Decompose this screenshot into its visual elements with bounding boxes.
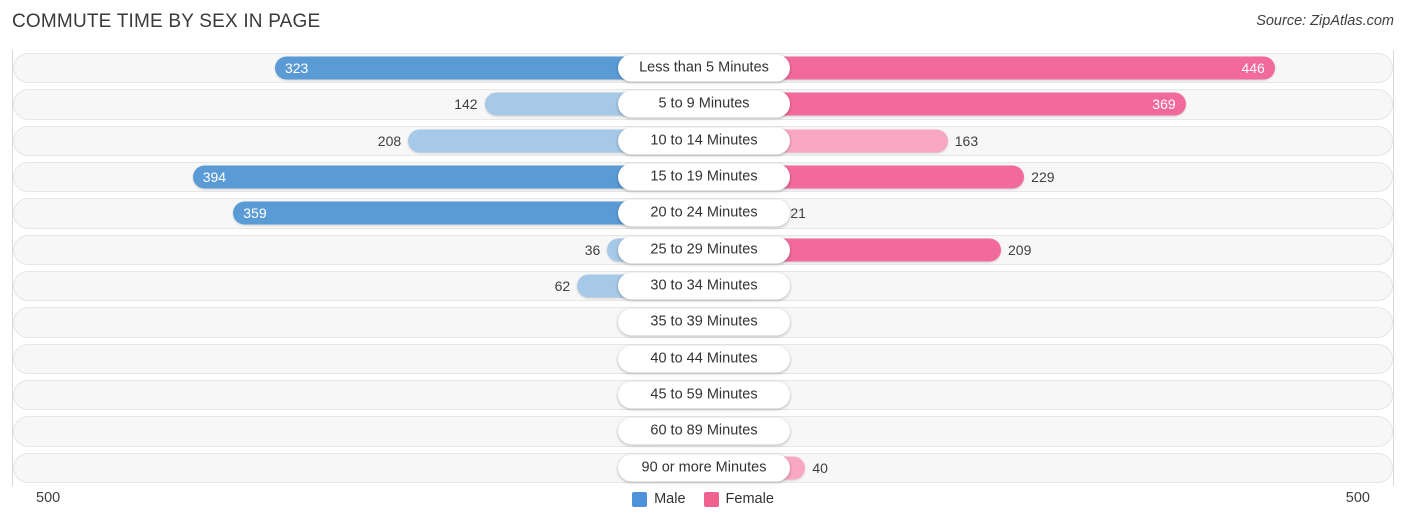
female-value-label: 21 bbox=[790, 205, 806, 222]
row-bars: 0035 to 39 Minutes bbox=[13, 304, 1393, 340]
male-value-label: 394 bbox=[202, 169, 227, 186]
legend-label: Female bbox=[725, 491, 774, 507]
row-bars: 0045 to 59 Minutes bbox=[13, 377, 1393, 413]
legend-label: Male bbox=[654, 491, 686, 507]
chart-row: 394 229 15 to 19 Minutes bbox=[13, 159, 1393, 195]
row-bars: 142 369 5 to 9 Minutes bbox=[13, 86, 1393, 122]
male-value-label: 62 bbox=[554, 278, 571, 295]
row-bars: 04090 or more Minutes bbox=[13, 450, 1393, 486]
category-label-11: 60 to 89 Minutes bbox=[618, 417, 790, 445]
male-value-label: 142 bbox=[454, 96, 478, 113]
chart-row: 36 209 25 to 29 Minutes bbox=[13, 232, 1393, 268]
category-label-5: 20 to 24 Minutes bbox=[618, 199, 790, 227]
chart-row: 359 21 20 to 24 Minutes bbox=[13, 195, 1393, 231]
chart-row: 208 163 10 to 14 Minutes bbox=[13, 123, 1393, 159]
chart-row: 142 369 5 to 9 Minutes bbox=[13, 86, 1393, 122]
category-label-10: 45 to 59 Minutes bbox=[618, 381, 790, 409]
male-value-label: 208 bbox=[377, 132, 402, 149]
chart-row: 0035 to 39 Minutes bbox=[13, 304, 1393, 340]
row-bars: 36 209 25 to 29 Minutes bbox=[13, 232, 1393, 268]
chart-header: COMMUTE TIME BY SEX IN PAGE Source: ZipA… bbox=[0, 0, 1406, 46]
category-label-9: 40 to 44 Minutes bbox=[618, 345, 790, 373]
row-bars: 0060 to 89 Minutes bbox=[13, 413, 1393, 449]
female-value-label: 446 bbox=[1241, 60, 1265, 77]
female-value-label: 163 bbox=[954, 132, 979, 149]
category-label-3: 10 to 14 Minutes bbox=[618, 127, 790, 155]
category-label-4: 15 to 19 Minutes bbox=[618, 163, 790, 191]
chart-row: 62030 to 34 Minutes bbox=[13, 268, 1393, 304]
source-attribution: Source: ZipAtlas.com bbox=[1256, 13, 1394, 29]
category-label-2: 5 to 9 Minutes bbox=[618, 90, 790, 118]
row-bars: 359 21 20 to 24 Minutes bbox=[13, 195, 1393, 231]
commute-time-bar-chart: COMMUTE TIME BY SEX IN PAGE Source: ZipA… bbox=[0, 0, 1406, 523]
chart-row: 0060 to 89 Minutes bbox=[13, 413, 1393, 449]
row-bars: 208 163 10 to 14 Minutes bbox=[13, 123, 1393, 159]
male-value-label: 323 bbox=[284, 60, 309, 77]
legend-item-male[interactable]: Male bbox=[632, 491, 686, 507]
chart-row: 323 446 Less than 5 Minutes bbox=[13, 50, 1393, 86]
row-bars: 0040 to 44 Minutes bbox=[13, 341, 1393, 377]
category-label-8: 35 to 39 Minutes bbox=[618, 308, 790, 336]
male-value-label: 36 bbox=[584, 241, 601, 258]
category-label-1: Less than 5 Minutes bbox=[618, 54, 790, 82]
chart-row: 0045 to 59 Minutes bbox=[13, 377, 1393, 413]
legend-swatch-icon bbox=[632, 491, 648, 507]
legend-swatch-icon bbox=[703, 491, 719, 507]
category-label-6: 25 to 29 Minutes bbox=[618, 236, 790, 264]
female-value-label: 229 bbox=[1031, 169, 1055, 186]
female-value-label: 209 bbox=[1008, 241, 1032, 258]
chart-legend: Male Female bbox=[0, 491, 1406, 507]
female-value-label: 40 bbox=[812, 459, 828, 476]
category-label-12: 90 or more Minutes bbox=[618, 454, 790, 482]
plot-area: 323 446 Less than 5 Minutes 142 369 5 to 9 Mi… bbox=[12, 50, 1394, 486]
chart-row: 04090 or more Minutes bbox=[13, 450, 1393, 486]
row-bars: 62030 to 34 Minutes bbox=[13, 268, 1393, 304]
female-value-label: 369 bbox=[1152, 96, 1176, 113]
male-value-label: 359 bbox=[243, 205, 267, 222]
page-title: COMMUTE TIME BY SEX IN PAGE bbox=[12, 11, 321, 32]
chart-row: 0040 to 44 Minutes bbox=[13, 341, 1393, 377]
category-label-7: 30 to 34 Minutes bbox=[618, 272, 790, 300]
chart-footer: 500 500 Male Female bbox=[0, 486, 1406, 523]
legend-item-female[interactable]: Female bbox=[703, 491, 774, 507]
row-bars: 323 446 Less than 5 Minutes bbox=[13, 50, 1393, 86]
row-bars: 394 229 15 to 19 Minutes bbox=[13, 159, 1393, 195]
